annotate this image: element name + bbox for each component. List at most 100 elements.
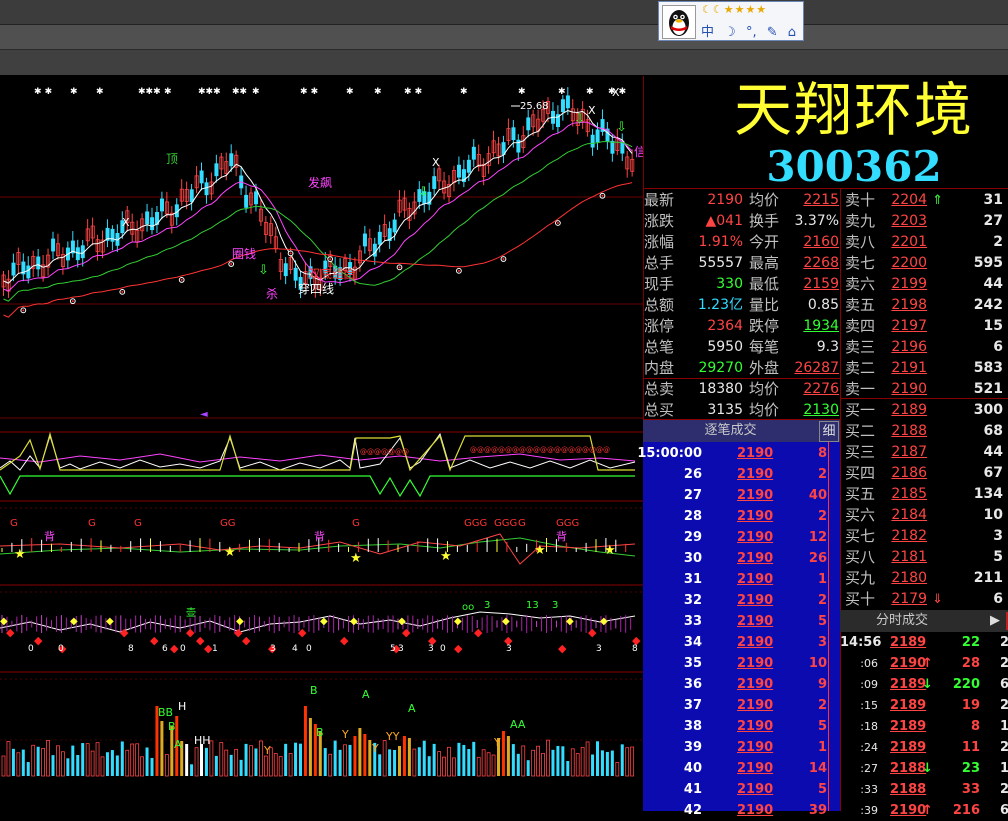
fenshi-row[interactable]: :27 2188 ↓ 23 1 xyxy=(840,758,1008,779)
tick-row[interactable]: 40 2190 14 xyxy=(643,758,840,779)
fenshi-row[interactable]: :09 2189 ↓ 220 6 xyxy=(840,674,1008,695)
buy-row[interactable]: 买七 2182 3 xyxy=(843,526,1008,547)
qq-floating-panel[interactable]: ☾☾★★★★ 中 ☽ °, ✎ ⌂ xyxy=(658,1,804,41)
ime-moon-icon[interactable]: ☽ xyxy=(724,25,736,40)
volume-bar xyxy=(56,745,60,777)
buy-row[interactable]: 买八 2181 5 xyxy=(843,547,1008,568)
volume-bar xyxy=(263,755,268,777)
svg-text:X: X xyxy=(588,104,596,117)
sell-label: 卖三 xyxy=(845,338,876,356)
buy-row[interactable]: 买六 2184 10 xyxy=(843,505,1008,526)
ime-punct-icon[interactable]: °, xyxy=(746,25,757,40)
buy-row[interactable]: 买二 2188 68 xyxy=(843,421,1008,442)
svg-text:@@@@@@@@@@@@@@@@@@@@: @@@@@@@@@@@@@@@@@@@@ xyxy=(470,446,610,454)
fenshi-tab[interactable]: 分时成交 ▶ xyxy=(840,610,1008,632)
buy-row[interactable]: 买十 2179 ⇓ 6 xyxy=(843,589,1008,610)
sell-row[interactable]: 卖六 2199 44 xyxy=(843,274,1008,295)
sell-row[interactable]: 卖十 2204 ⇑ 31 xyxy=(843,190,1008,211)
tick-time: 27 xyxy=(683,488,702,503)
tick-row[interactable]: 41 2190 5 xyxy=(643,779,840,800)
fenshi-arrow-icon: ↓ xyxy=(922,677,933,692)
volume-bar xyxy=(145,747,149,776)
sell-row[interactable]: 卖一 2190 521 xyxy=(843,379,1008,400)
svg-text:✱: ✱ xyxy=(346,87,354,97)
play-icon[interactable]: ▶ xyxy=(986,610,1004,632)
svg-text:X: X xyxy=(432,156,440,169)
fenshi-row[interactable]: :33 2188 33 2 xyxy=(840,779,1008,800)
buy-row[interactable]: 买一 2189 300 xyxy=(843,400,1008,421)
trash-icon[interactable]: ⌂ xyxy=(788,25,796,40)
sell-row[interactable]: 卖四 2197 15 xyxy=(843,316,1008,337)
volume-bar xyxy=(615,762,620,777)
volume-bar xyxy=(605,751,609,776)
tick-row[interactable]: 31 2190 1 xyxy=(643,569,840,590)
svg-text:★: ★ xyxy=(534,543,546,558)
panel3-label: G xyxy=(518,518,526,529)
quote-value: 2364 xyxy=(707,318,743,334)
fenshi-row[interactable]: :18 2189 8 1 xyxy=(840,716,1008,737)
volume-bar xyxy=(541,752,545,777)
candle-body xyxy=(466,159,471,173)
volume-bar xyxy=(462,744,466,776)
fenshi-time: :09 xyxy=(860,678,878,691)
sell-row[interactable]: 卖二 2191 583 xyxy=(843,358,1008,379)
buy-volume: 300 xyxy=(973,402,1003,418)
buy-row[interactable]: 买四 2186 67 xyxy=(843,463,1008,484)
quote-label: 总买 xyxy=(644,401,675,419)
buy-row[interactable]: 买三 2187 44 xyxy=(843,442,1008,463)
svg-text:@@@@@@@: @@@@@@@ xyxy=(360,448,409,456)
tick-row[interactable]: 32 2190 2 xyxy=(643,590,840,611)
fenshi-row[interactable]: :15 2189 19 2 xyxy=(840,695,1008,716)
fenshi-row[interactable]: 14:56 2189 22 2 xyxy=(840,632,1008,653)
tick-row[interactable]: 33 2190 5 xyxy=(643,611,840,632)
tick-row[interactable]: 15:00:00 2190 8 xyxy=(637,443,840,464)
fenshi-row[interactable]: :24 2189 11 2 xyxy=(840,737,1008,758)
volume-bar xyxy=(437,751,442,777)
quote-value: 3135 xyxy=(707,402,743,418)
volume-bar xyxy=(303,706,307,776)
wrench-icon[interactable]: ✎ xyxy=(767,25,778,40)
buy-row[interactable]: 买五 2185 134 xyxy=(843,484,1008,505)
qq-penguin-icon[interactable] xyxy=(662,5,696,39)
candle-body xyxy=(511,127,516,141)
volume-bar xyxy=(506,736,510,776)
sell-row[interactable]: 卖三 2196 6 xyxy=(843,337,1008,358)
volume-bar xyxy=(21,749,25,776)
tick-price: 2190 xyxy=(737,635,774,650)
tick-price: 2190 xyxy=(737,719,774,734)
svg-text:壶: 壶 xyxy=(186,606,196,619)
volume-bar xyxy=(353,736,357,776)
sell-row[interactable]: 卖八 2201 2 xyxy=(843,232,1008,253)
volume-bar xyxy=(120,741,124,776)
svg-text:背: 背 xyxy=(556,529,567,543)
annotation-double-bottom: 双底组合 xyxy=(308,266,356,281)
buy-price: 2179 xyxy=(891,591,927,607)
sell-row[interactable]: 卖七 2200 595 xyxy=(843,253,1008,274)
buy-label: 买五 xyxy=(845,485,876,503)
volume-bar xyxy=(575,753,580,777)
buy-row[interactable]: 买九 2180 211 xyxy=(843,568,1008,589)
tick-detail-button[interactable]: 细 xyxy=(819,421,839,442)
chart-area[interactable]: ✱ ✱ ✱ ✱ ✱✱✱ ✱ ✱✱✱ ✱✱ ✱ ✱ ✱ ✱ ✱ ✱ ✱ ✱ ✱ ✱ ✱ ✱ ✱ 25.6… xyxy=(0,76,646,811)
tick-row[interactable]: 29 2190 12 xyxy=(643,527,840,548)
volume-label: Y xyxy=(341,728,349,741)
tick-row[interactable]: 28 2190 2 xyxy=(643,506,840,527)
tick-row[interactable]: 35 2190 10 xyxy=(643,653,840,674)
tick-row[interactable]: 38 2190 5 xyxy=(643,716,840,737)
tick-row[interactable]: 30 2190 26 xyxy=(643,548,840,569)
volume-label: A xyxy=(362,688,370,701)
tick-row[interactable]: 39 2190 1 xyxy=(643,737,840,758)
sell-row[interactable]: 卖九 2203 27 xyxy=(843,211,1008,232)
sell-row[interactable]: 卖五 2198 242 xyxy=(843,295,1008,316)
tick-row[interactable]: 34 2190 3 xyxy=(643,632,840,653)
buy-volume: 211 xyxy=(973,570,1003,586)
tick-row[interactable]: 27 2190 40 xyxy=(643,485,840,506)
fenshi-row[interactable]: :06 2190 ↑ 28 2 xyxy=(840,653,1008,674)
tick-row[interactable]: 26 2190 2 xyxy=(643,464,840,485)
candle-body xyxy=(229,153,234,167)
ime-chinese-icon[interactable]: 中 xyxy=(701,25,714,40)
tick-row[interactable]: 36 2190 9 xyxy=(643,674,840,695)
fenshi-tab-label[interactable]: 分时成交 xyxy=(840,610,964,632)
tick-row[interactable]: 37 2190 2 xyxy=(643,695,840,716)
signal-dot-center xyxy=(230,263,233,266)
